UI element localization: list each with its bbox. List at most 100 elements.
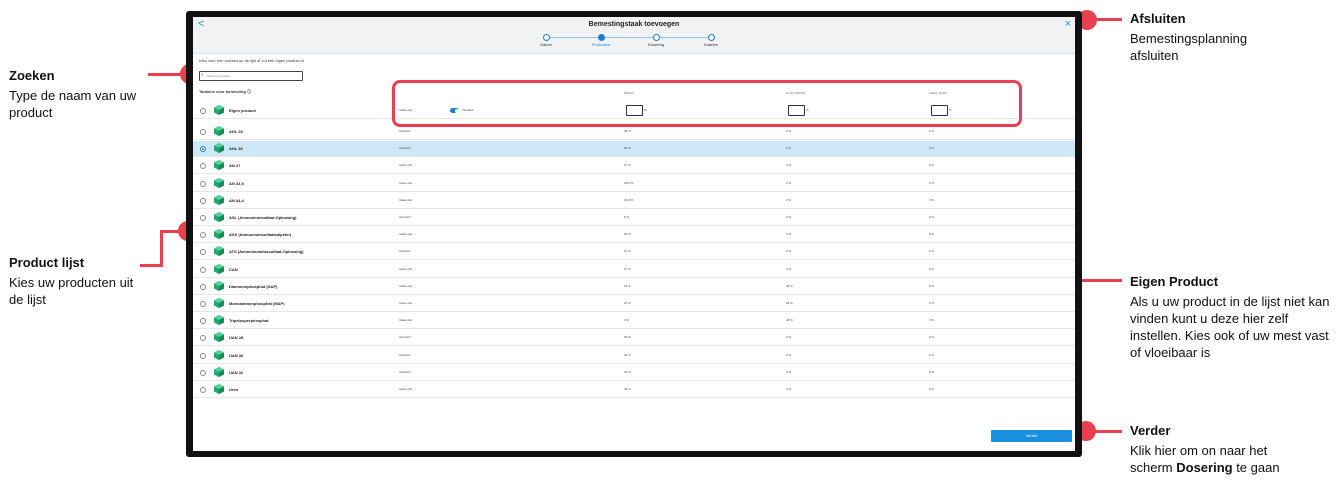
product-row[interactable]: AN 34,4 Vaste stof 34,4 % 0 % 0 % [193,193,1075,209]
annotation-product-lijst: Product lijst Kies uw producten uit de l… [9,255,159,308]
product-radio[interactable] [200,318,206,325]
product-name: UAN 30 [229,352,244,358]
product-state: Vloeistof [399,335,411,340]
product-kalium: 0 % [929,249,935,254]
product-row[interactable]: UAN 28 Vloeistof 28 % 0 % 0 % [193,330,1075,347]
product-radio[interactable] [200,249,206,256]
product-row[interactable]: AN 27 Vaste stof 27 % 0 % 0 % [193,158,1075,175]
product-radio[interactable] [200,352,206,359]
product-radio[interactable] [200,369,206,376]
product-stikstof: 26 % [624,232,631,237]
product-row[interactable]: ASL (Ammoniumsulfaat-Oplossing) Vloeistof… [193,210,1075,226]
product-radio[interactable] [200,301,206,307]
product-row[interactable]: ASS (Ammoniumsulfaatsalpeter) Vaste stof 2… [193,227,1075,244]
search-input[interactable] [207,72,297,79]
step-dot-dosering[interactable] [653,34,660,41]
product-name: AN 27 [229,163,241,169]
box-icon [214,160,224,171]
product-kalium: 0 % [929,352,935,357]
product-radio[interactable] [200,335,206,342]
box-icon [214,332,224,343]
step-label-kaarten[interactable]: Kaarten [704,42,718,47]
product-state: Vaste stof [399,180,413,185]
product-row[interactable]: CAN Vaste stof 27 % 0 % 0 % [193,262,1075,278]
product-row[interactable]: Monoammonphosphat (MAP) Vaste stof 12 % 52 … [193,296,1075,312]
step-label-producten[interactable]: Producten [592,42,610,47]
box-icon [214,143,224,154]
box-icon [214,126,224,136]
step-label-dosering[interactable]: Dosering [648,42,664,47]
box-icon [214,263,224,274]
instruction-text: Kies voor een product op de lijst of vul… [199,58,304,63]
product-state: Vloeistof [399,352,411,357]
product-radio[interactable] [200,197,206,204]
product-kalium: 0 % [929,129,935,133]
product-radio[interactable] [200,129,206,135]
product-radio[interactable] [200,163,206,170]
product-row[interactable]: ATS (Ammoniumthiosulfaat-Oplossing) Vloei… [193,244,1075,261]
product-lijst-callout-h2 [160,230,180,233]
step-dot-datum[interactable] [543,34,550,41]
product-stikstof: 0 % [624,318,630,323]
product-kalium: 0 % [929,301,935,305]
product-kalium: 0 % [929,266,935,271]
product-fosfor: 0 % [786,335,792,340]
product-fosfor: 46 % [786,283,793,288]
product-fosfor: 0 % [786,249,792,254]
step-label-datum[interactable]: Datum [540,42,552,47]
product-state: Vloeistof [399,215,411,219]
product-radio[interactable] [200,232,206,239]
product-state: Vloeistof [399,249,411,254]
search-box[interactable]: ⌕ [199,71,303,81]
product-kalium: 0 % [929,318,935,323]
product-name: AN 34,4 [229,197,244,203]
step-dot-kaarten[interactable] [708,34,715,41]
product-fosfor: 0 % [786,387,792,391]
tankmix-label: Tankmix voor bemesting ⓘ [199,89,251,94]
product-fosfor: 0 % [786,197,792,202]
product-kalium: 0 % [929,163,935,168]
product-name: CAN [229,266,238,272]
product-state: Vaste stof [399,266,413,271]
step-dot-producten[interactable] [598,34,605,41]
annotation-eigen-product: Eigen Product Als u uw product in de lij… [1130,274,1340,361]
product-kalium: 0 % [929,335,935,340]
product-row[interactable]: Urea Vaste stof 46 % 0 % 0 % [193,382,1075,398]
annotation-verder-title: Verder [1130,423,1171,438]
product-radio[interactable] [200,283,206,290]
product-radio[interactable] [200,215,206,221]
box-icon [214,229,224,240]
box-icon [214,177,224,188]
product-radio[interactable] [200,180,206,187]
product-radio[interactable] [200,387,206,393]
product-kalium: 0 % [929,387,935,391]
annotation-product-lijst-desc: Kies uw producten uit de lijst [9,275,134,307]
product-row[interactable]: AN 33,5 Vaste stof 33,5 % 0 % 0 % [193,176,1075,192]
product-radio[interactable] [200,266,206,273]
product-row[interactable]: AHL 30 Vloeistof 30 % 0 % 0 % [193,141,1075,158]
product-radio[interactable] [200,146,206,153]
product-row[interactable]: UAN 32 Vloeistof 32 % 0 % 0 % [193,365,1075,381]
next-button[interactable]: Verder [991,430,1072,442]
product-state: Vaste stof [399,301,413,305]
box-icon [214,105,224,115]
product-name: ASS (Ammoniumsulfaatsalpeter) [229,232,292,238]
product-row[interactable]: Diammonphosphat (DAP) Vaste stof 18 % 46 % 0… [193,279,1075,295]
product-kalium: 0 % [929,197,935,202]
product-lijst-callout-v [160,230,163,267]
annotation-verder: Verder Klik hier om on naar het scherm D… [1130,423,1330,476]
own-product-radio[interactable] [200,108,206,114]
own-product-name: Eigen product [229,108,256,113]
product-stikstof: 30 % [624,146,631,151]
product-row[interactable]: Tripelsuperphosphat Vaste stof 0 % 46 % 0 % [193,313,1075,330]
box-icon [214,384,224,394]
product-stikstof: 8 % [624,215,630,219]
product-fosfor: 0 % [786,369,792,374]
product-name: UAN 32 [229,369,244,375]
product-stikstof: 27 % [624,266,631,271]
product-stikstof: 12 % [624,249,631,254]
annotation-eigen-product-desc: Als u uw product in de lijst niet kan vi… [1130,294,1330,360]
step-connector [658,37,708,38]
product-row[interactable]: UAN 30 Vloeistof 30 % 0 % 0 % [193,348,1075,364]
product-name: Monoammonphosphat (MAP) [229,301,285,306]
